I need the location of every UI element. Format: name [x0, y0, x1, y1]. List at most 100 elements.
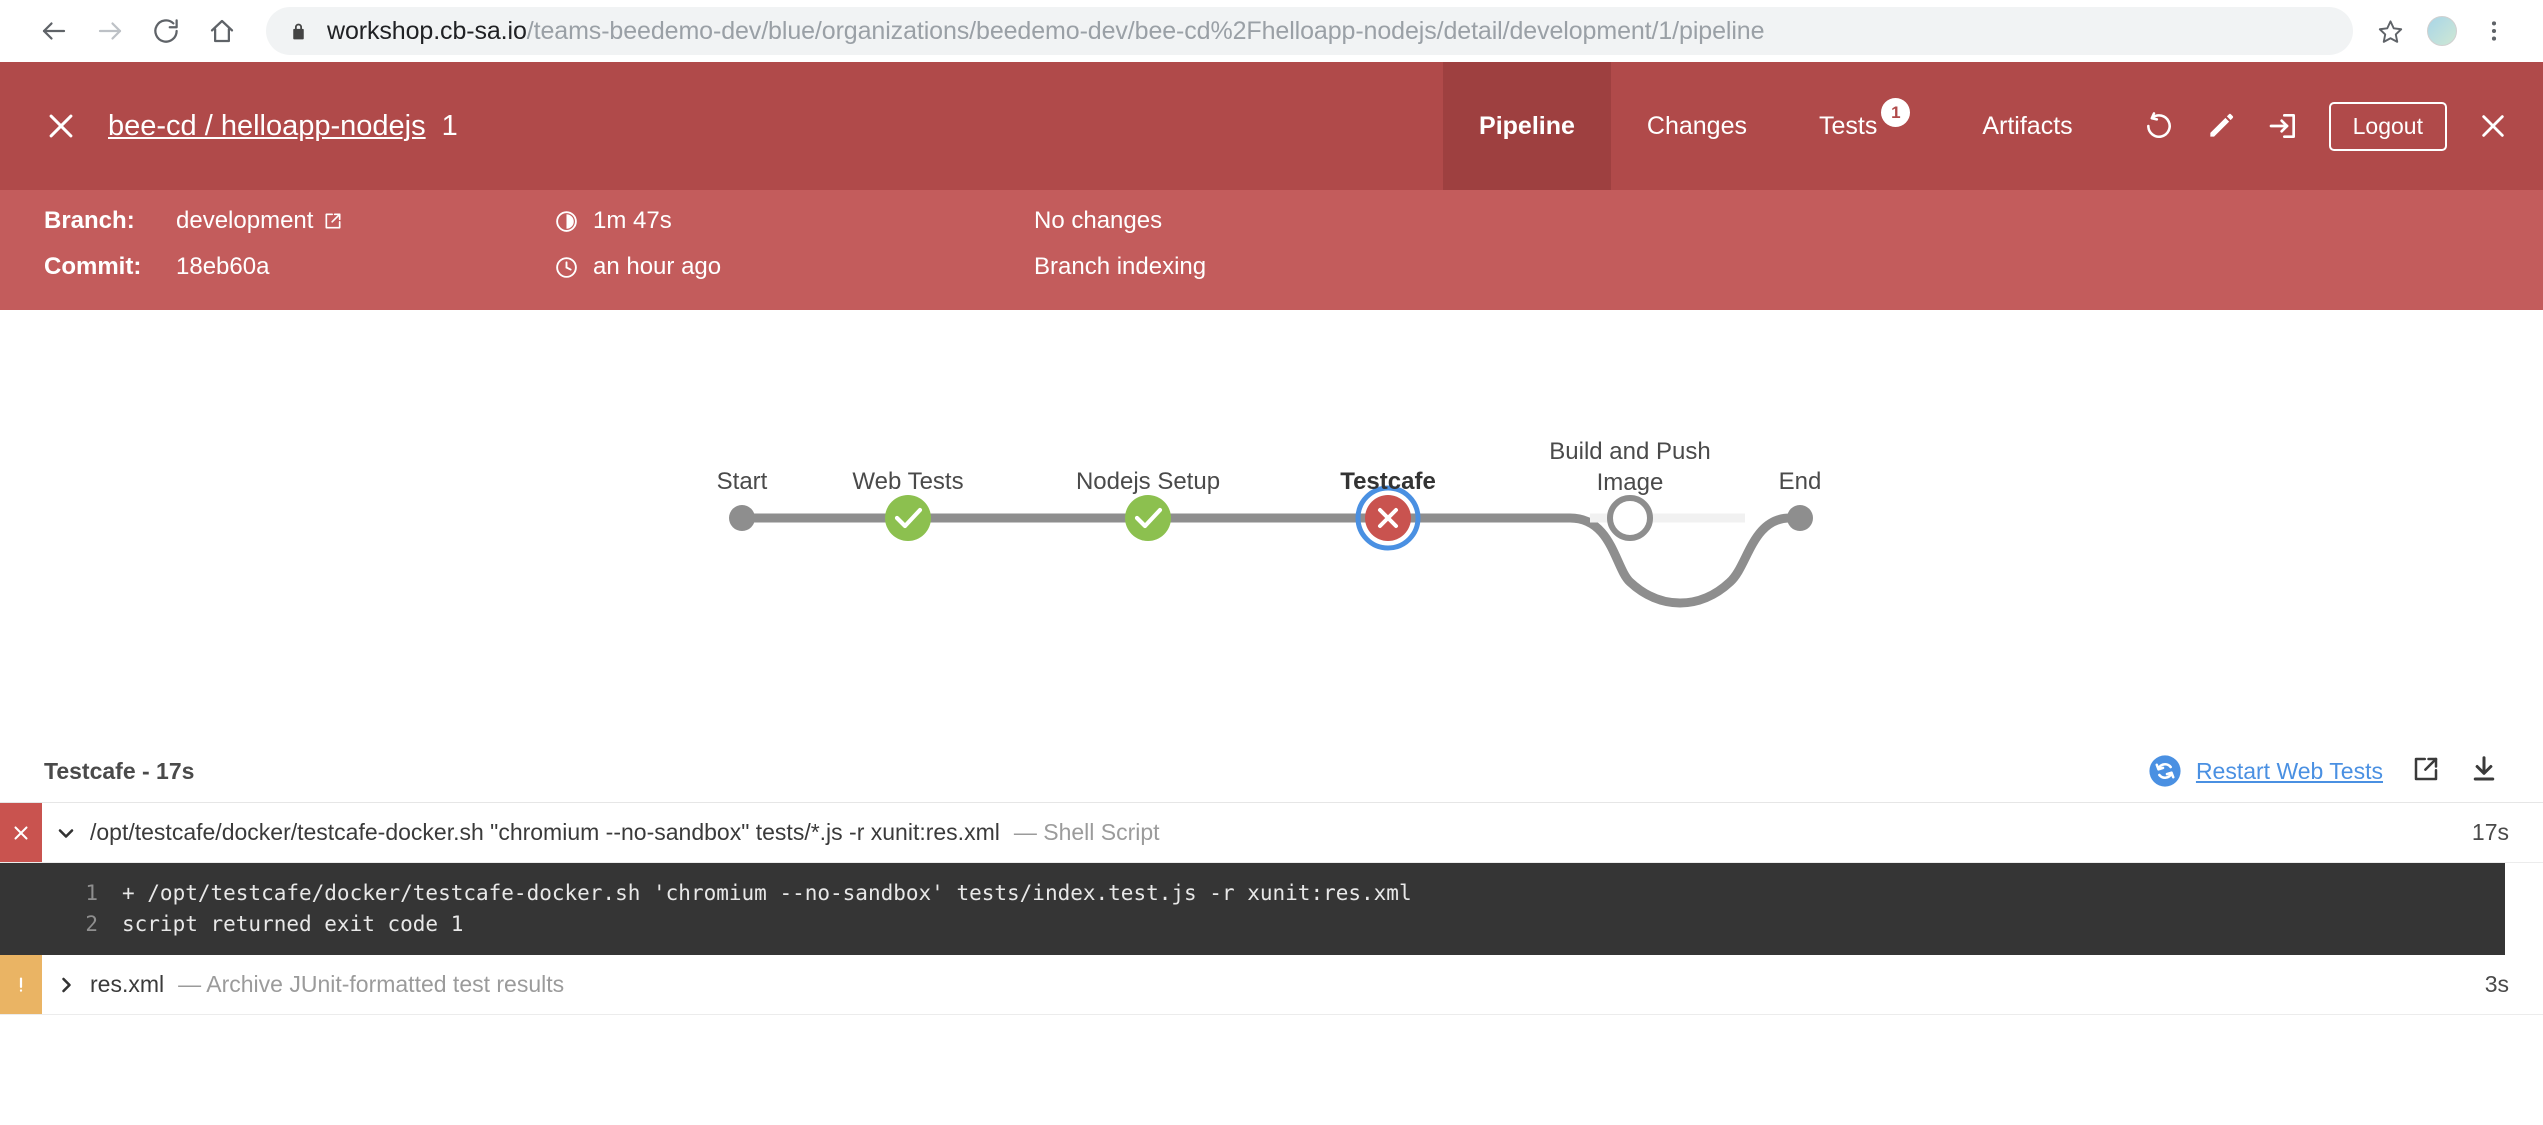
run-id: 1 — [441, 109, 458, 142]
meta-column-timing: 1m 47s an hour ago — [554, 204, 1034, 284]
meta-branch-row: Branch: development — [44, 204, 554, 238]
browser-menu-button[interactable] — [2471, 8, 2517, 54]
tab-artifacts-label: Artifacts — [1982, 111, 2073, 140]
profile-button[interactable] — [2419, 8, 2465, 54]
run-header-left: bee-cd / helloapp-nodejs 1 — [0, 62, 1443, 190]
step-duration: 3s — [2484, 971, 2509, 997]
console-line-number: 2 — [85, 911, 98, 936]
time-value: an hour ago — [593, 253, 722, 280]
commit-value: 18eb60a — [176, 253, 270, 280]
stage-node-build-and-push-image — [1607, 495, 1653, 541]
back-arrow-icon — [42, 22, 66, 40]
tab-artifacts[interactable]: Artifacts — [1946, 62, 2108, 190]
branch-name: development — [176, 207, 314, 234]
step-title-wrapper: res.xml — Archive JUnit-formatted test r… — [90, 955, 2485, 1014]
log-step-row-shell-script[interactable]: /opt/testcafe/docker/testcafe-docker.sh … — [0, 803, 2543, 863]
stage-label-end[interactable]: End — [1779, 467, 1822, 498]
forward-arrow-icon — [98, 22, 122, 40]
browser-toolbar: workshop.cb-sa.io/teams-beedemo-dev/blue… — [0, 0, 2543, 62]
tab-changes[interactable]: Changes — [1611, 62, 1783, 190]
pipeline-graph-svg — [729, 485, 1813, 608]
step-description: — Archive JUnit-formatted test results — [178, 971, 565, 997]
back-button[interactable] — [26, 3, 82, 59]
stage-label-start[interactable]: Start — [717, 467, 768, 498]
address-bar[interactable]: workshop.cb-sa.io/teams-beedemo-dev/blue… — [266, 7, 2353, 55]
login-arrow-icon — [2269, 114, 2295, 138]
console-line-text: script returned exit code 1 — [122, 911, 464, 936]
url-path: /teams-beedemo-dev/blue/organizations/be… — [526, 16, 1765, 45]
run-tabs: Pipeline Changes Tests 1 Artifacts — [1443, 62, 2109, 190]
console-line-text: + /opt/testcafe/docker/testcafe-docker.s… — [122, 880, 1412, 905]
run-header-actions: Logout — [2109, 62, 2543, 190]
reload-icon — [154, 19, 178, 43]
console-line-number: 1 — [85, 880, 98, 905]
stage-node-end — [1787, 505, 1813, 531]
log-step-list: /opt/testcafe/docker/testcafe-docker.sh … — [0, 802, 2543, 1015]
close-button[interactable] — [2477, 110, 2509, 142]
tab-tests[interactable]: Tests 1 — [1783, 62, 1946, 190]
stage-label-nodejs-setup[interactable]: Nodejs Setup — [1076, 467, 1220, 498]
chevron-down-icon[interactable] — [42, 803, 90, 862]
meta-column-branch: Branch: development Commit: 18eb60a — [44, 204, 554, 284]
replay-icon — [2146, 112, 2171, 138]
tests-count-badge: 1 — [1881, 98, 1911, 127]
step-duration: 17s — [2471, 819, 2509, 845]
profile-avatar-icon — [2427, 16, 2457, 46]
duration-icon — [554, 209, 579, 234]
external-link-icon — [2414, 757, 2438, 780]
url-text: workshop.cb-sa.io/teams-beedemo-dev/blue… — [327, 17, 1764, 46]
replay-button[interactable] — [2143, 110, 2175, 142]
stage-label-web-tests[interactable]: Web Tests — [852, 467, 963, 498]
branch-value[interactable]: development — [176, 207, 343, 235]
login-button[interactable] — [2267, 110, 2299, 142]
close-run-icon[interactable] — [44, 109, 78, 143]
restart-icon — [2149, 755, 2181, 787]
omnibox-actions — [2367, 8, 2517, 54]
open-log-external-button[interactable] — [2411, 754, 2441, 789]
home-button[interactable] — [194, 3, 250, 59]
pipeline-name-link[interactable]: bee-cd / helloapp-nodejs — [108, 110, 426, 143]
duration-value: 1m 47s — [593, 207, 672, 234]
console-line: 1 + /opt/testcafe/docker/testcafe-docker… — [0, 877, 2505, 908]
download-icon — [2473, 755, 2495, 780]
stage-node-nodejs-setup — [1125, 495, 1171, 541]
pipeline-graph: Start Web Tests Nodejs Setup Testcafe Bu… — [0, 310, 2543, 740]
tab-pipeline-label: Pipeline — [1479, 111, 1575, 140]
restart-stage-link[interactable]: Restart Web Tests — [2148, 754, 2383, 788]
reload-button[interactable] — [138, 3, 194, 59]
stage-node-web-tests — [885, 495, 931, 541]
tab-changes-label: Changes — [1646, 111, 1747, 140]
branch-label: Branch: — [44, 207, 135, 234]
edit-button[interactable] — [2205, 110, 2237, 142]
stage-label-testcafe[interactable]: Testcafe — [1340, 467, 1436, 498]
step-status-failed-icon — [0, 803, 42, 862]
lock-icon — [288, 21, 309, 42]
meta-changes-row: No changes — [1034, 204, 1206, 238]
log-stage-title: Testcafe - 17s — [44, 757, 195, 784]
browser-menu-icon — [2491, 21, 2497, 41]
changes-text: No changes — [1034, 207, 1163, 234]
home-icon — [210, 19, 234, 43]
console-output[interactable]: 1 + /opt/testcafe/docker/testcafe-docker… — [0, 863, 2505, 955]
edit-pencil-icon — [2209, 113, 2233, 137]
tab-tests-label: Tests — [1818, 111, 1878, 140]
page-title: bee-cd / helloapp-nodejs 1 — [108, 110, 458, 143]
close-icon — [2482, 115, 2504, 137]
step-title: /opt/testcafe/docker/testcafe-docker.sh … — [90, 819, 1000, 845]
download-log-button[interactable] — [2469, 754, 2499, 789]
bookmark-button[interactable] — [2367, 8, 2413, 54]
chevron-right-icon[interactable] — [42, 955, 90, 1014]
restart-stage-label: Restart Web Tests — [2195, 757, 2383, 784]
forward-button[interactable] — [82, 3, 138, 59]
stage-label-build-and-push-image[interactable]: Build and Push Image — [1520, 437, 1740, 498]
commit-label: Commit: — [44, 253, 142, 280]
bookmark-star-icon — [2378, 19, 2402, 43]
step-status-unstable-icon — [0, 955, 42, 1014]
run-header: bee-cd / helloapp-nodejs 1 Pipeline Chan… — [0, 62, 2543, 190]
log-step-row-res-xml[interactable]: res.xml — Archive JUnit-formatted test r… — [0, 955, 2543, 1015]
meta-time-row: an hour ago — [554, 250, 1034, 284]
meta-column-changes: No changes Branch indexing — [1034, 204, 1206, 284]
tab-pipeline[interactable]: Pipeline — [1443, 62, 1611, 190]
url-host: workshop.cb-sa.io — [327, 16, 527, 45]
logout-button[interactable]: Logout — [2328, 101, 2447, 151]
